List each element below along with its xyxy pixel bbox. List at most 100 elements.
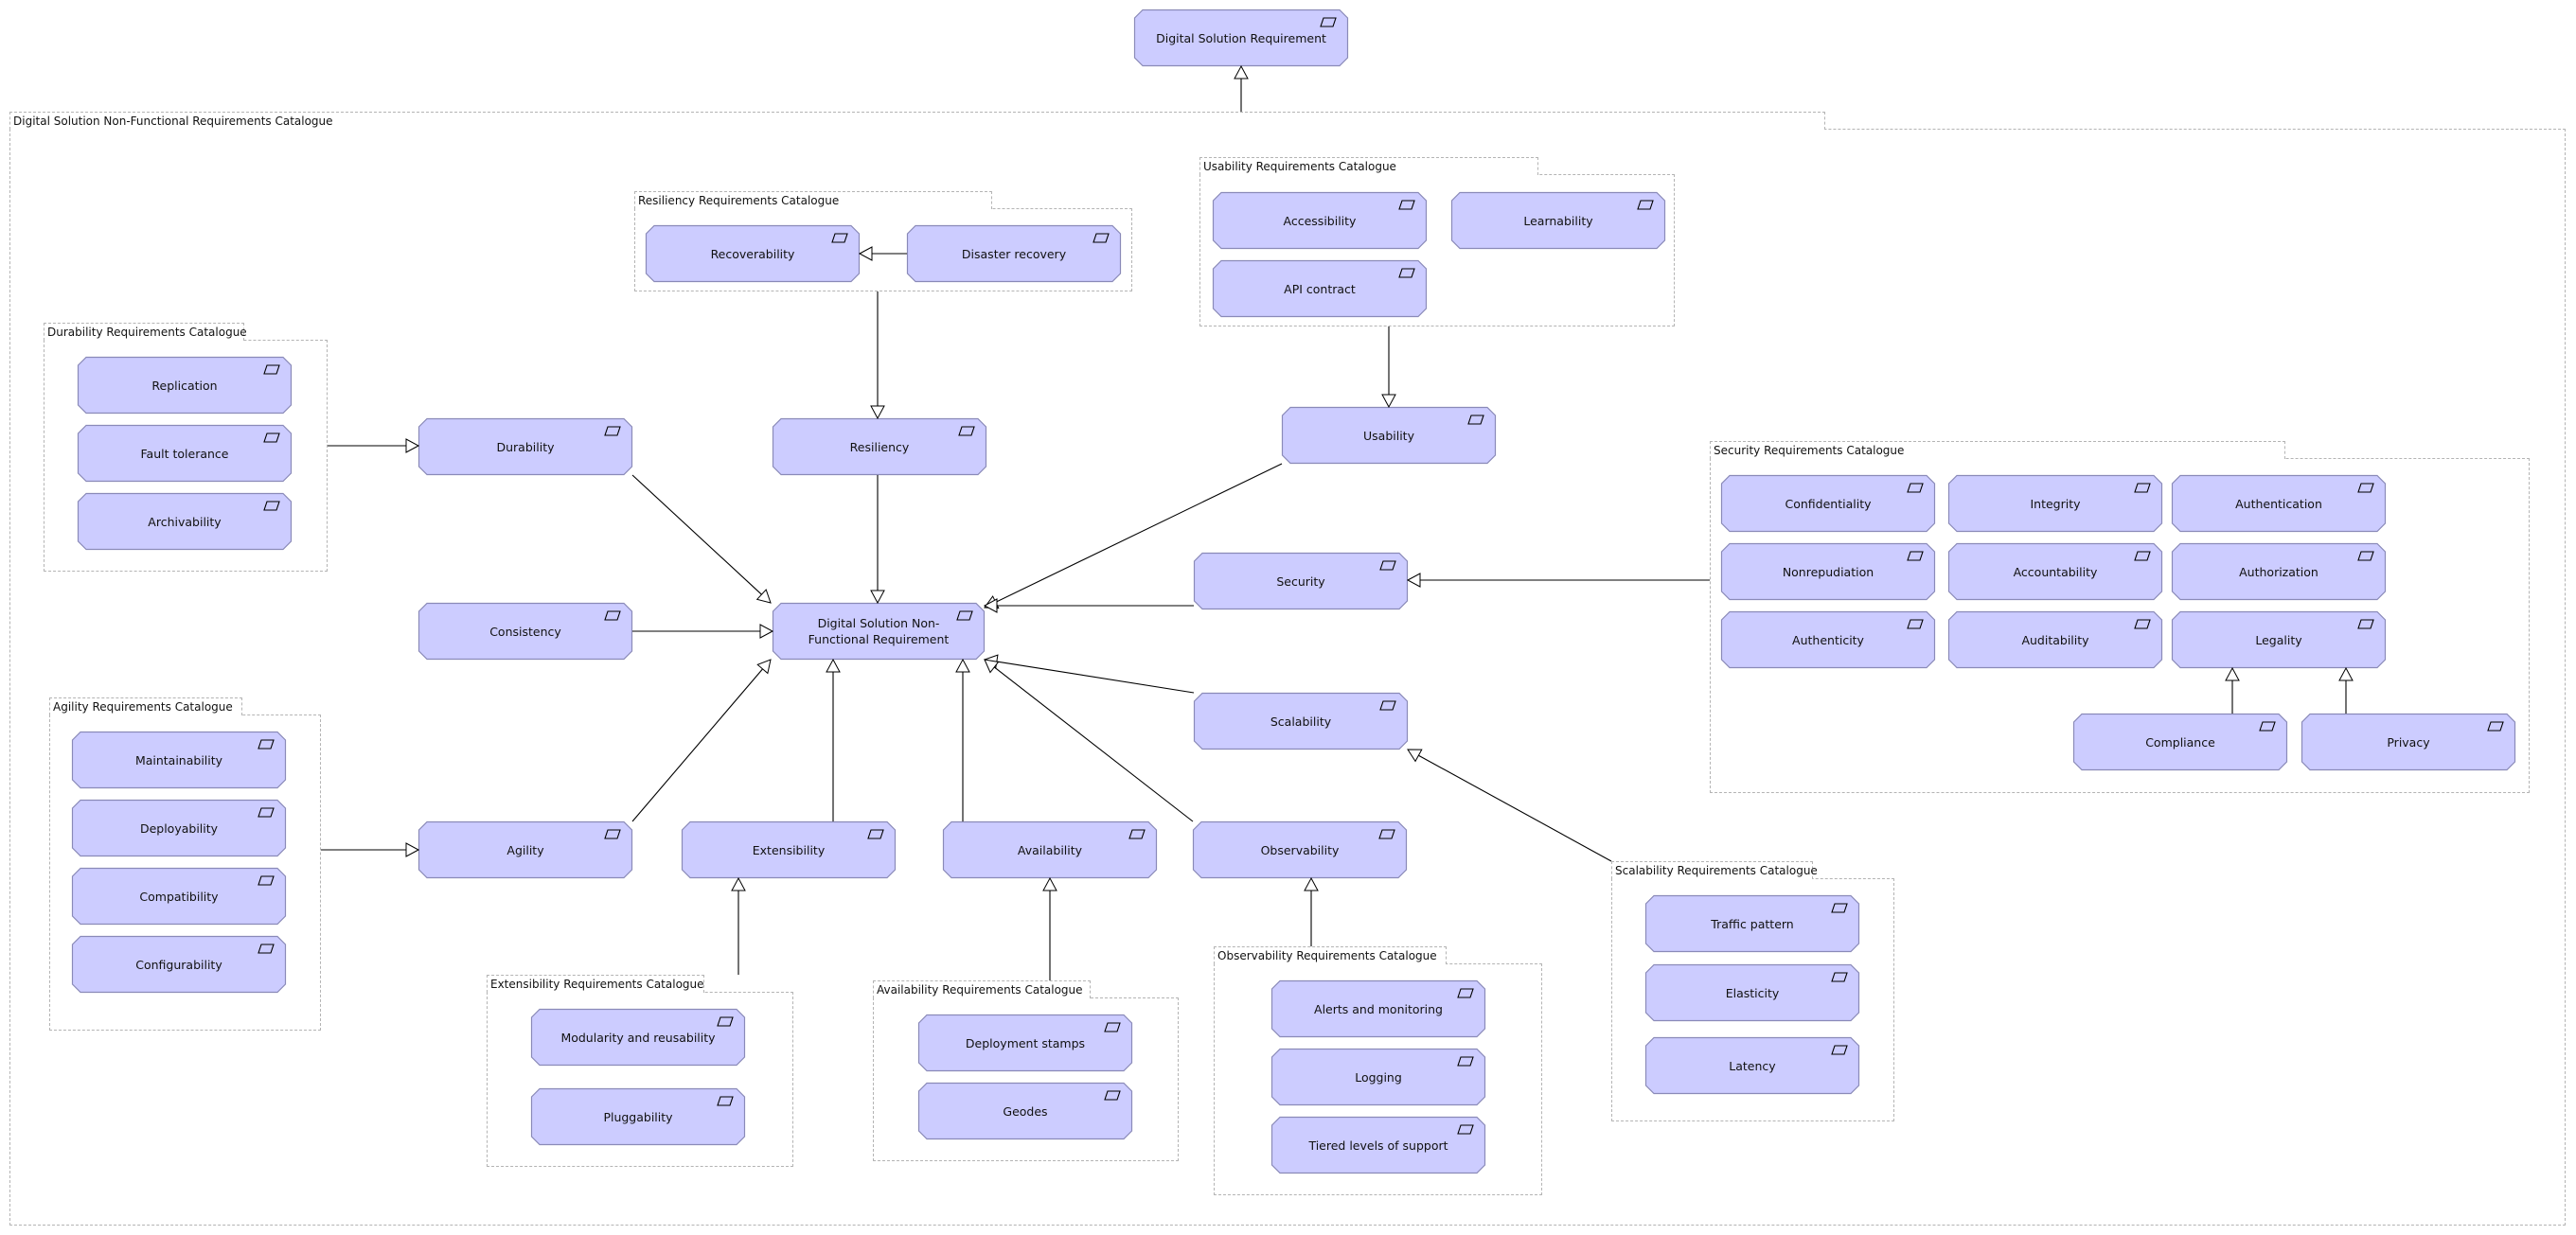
requirement-recoverability[interactable]: Recoverability: [645, 224, 861, 283]
requirement-pluggability[interactable]: Pluggability: [530, 1087, 746, 1146]
requirement-label: Maintainability: [134, 752, 223, 767]
requirement-nfr[interactable]: Digital Solution Non-Functional Requirem…: [772, 602, 986, 661]
hollow-triangle-arrowhead: [1234, 64, 1249, 79]
requirement-observability[interactable]: Observability: [1192, 820, 1408, 879]
requirement-label: Deployability: [139, 820, 219, 836]
requirement-label: Agility: [506, 842, 544, 857]
requirement-accessibility[interactable]: Accessibility: [1212, 191, 1428, 250]
group-title-usability[interactable]: Usability Requirements Catalogue: [1199, 157, 1538, 175]
requirement-label: Latency: [1729, 1058, 1776, 1073]
group-title-extensibility[interactable]: Extensibility Requirements Catalogue: [487, 975, 704, 993]
requirement-label: Digital Solution Requirement: [1156, 30, 1326, 45]
requirement-label: Pluggability: [603, 1109, 673, 1124]
requirement-label: API contract: [1284, 281, 1356, 296]
requirement-nonrepudiation[interactable]: Nonrepudiation: [1720, 542, 1936, 601]
requirement-authorization[interactable]: Authorization: [2171, 542, 2387, 601]
requirement-compatibility[interactable]: Compatibility: [71, 867, 287, 926]
requirement-label: Deployment stamps: [965, 1035, 1086, 1050]
requirement-label: Compliance: [2145, 734, 2215, 750]
requirement-legality[interactable]: Legality: [2171, 610, 2387, 669]
requirement-label: Resiliency: [849, 439, 910, 454]
requirement-auditability[interactable]: Auditability: [1947, 610, 2163, 669]
requirement-elasticity[interactable]: Elasticity: [1644, 963, 1860, 1022]
requirement-api-contract[interactable]: API contract: [1212, 259, 1428, 318]
requirement-disaster-recovery[interactable]: Disaster recovery: [906, 224, 1122, 283]
diagram-canvas: Digital Solution Non-Functional Requirem…: [0, 0, 2576, 1235]
requirement-agility[interactable]: Agility: [417, 820, 633, 879]
requirement-latency[interactable]: Latency: [1644, 1036, 1860, 1095]
requirement-privacy[interactable]: Privacy: [2301, 713, 2516, 771]
group-title-availability[interactable]: Availability Requirements Catalogue: [873, 980, 1091, 998]
requirement-maintainability[interactable]: Maintainability: [71, 731, 287, 789]
requirement-label: Replication: [151, 378, 218, 393]
requirement-extensibility[interactable]: Extensibility: [681, 820, 897, 879]
requirement-label: Alerts and monitoring: [1314, 1001, 1443, 1016]
requirement-consistency[interactable]: Consistency: [417, 602, 633, 661]
requirement-learnability[interactable]: Learnability: [1450, 191, 1666, 250]
requirement-dsr[interactable]: Digital Solution Requirement: [1133, 9, 1349, 67]
requirement-accountability[interactable]: Accountability: [1947, 542, 2163, 601]
requirement-label: Consistency: [489, 624, 561, 639]
requirement-scalability[interactable]: Scalability: [1193, 692, 1409, 750]
requirement-label: Confidentiality: [1785, 496, 1872, 511]
requirement-alerts[interactable]: Alerts and monitoring: [1270, 979, 1486, 1038]
requirement-fault-tolerance[interactable]: Fault tolerance: [77, 424, 293, 483]
group-title-root[interactable]: Digital Solution Non-Functional Requirem…: [9, 112, 1825, 130]
requirement-label: Compatibility: [139, 889, 219, 904]
requirement-replication[interactable]: Replication: [77, 356, 293, 415]
specialization-edge-group-root-to-dsr[interactable]: [1234, 64, 1249, 112]
requirement-label: Usability: [1363, 428, 1414, 443]
group-title-scalability[interactable]: Scalability Requirements Catalogue: [1611, 861, 1818, 879]
requirement-label: Disaster recovery: [961, 246, 1067, 261]
requirement-label: Archivability: [148, 514, 222, 529]
requirement-label: Accountability: [2013, 564, 2098, 579]
requirement-label: Geodes: [1003, 1103, 1048, 1119]
requirement-label: Traffic pattern: [1711, 916, 1794, 931]
requirement-label: Digital Solution Non-Functional Requirem…: [808, 616, 950, 646]
requirement-integrity[interactable]: Integrity: [1947, 474, 2163, 533]
requirement-label: Extensibility: [752, 842, 826, 857]
requirement-compliance[interactable]: Compliance: [2072, 713, 2288, 771]
requirement-label: Legality: [2255, 632, 2302, 647]
requirement-confidentiality[interactable]: Confidentiality: [1720, 474, 1936, 533]
requirement-authentication[interactable]: Authentication: [2171, 474, 2387, 533]
requirement-deployment-stamps[interactable]: Deployment stamps: [917, 1014, 1133, 1072]
requirement-label: Durability: [496, 439, 555, 454]
requirement-label: Nonrepudiation: [1782, 564, 1874, 579]
requirement-label: Availability: [1017, 842, 1083, 857]
group-title-resiliency[interactable]: Resiliency Requirements Catalogue: [634, 191, 992, 209]
group-title-agility[interactable]: Agility Requirements Catalogue: [49, 697, 242, 715]
group-title-durability[interactable]: Durability Requirements Catalogue: [44, 323, 247, 341]
requirement-label: Learnability: [1523, 213, 1593, 228]
requirement-label: Observability: [1260, 842, 1340, 857]
requirement-label: Fault tolerance: [140, 446, 229, 461]
requirement-traffic-pattern[interactable]: Traffic pattern: [1644, 894, 1860, 953]
requirement-label: Tiered levels of support: [1308, 1138, 1448, 1153]
requirement-label: Auditability: [2021, 632, 2089, 647]
requirement-authenticity[interactable]: Authenticity: [1720, 610, 1936, 669]
requirement-label: Elasticity: [1725, 985, 1780, 1000]
requirement-label: Privacy: [2387, 734, 2430, 750]
group-title-observability[interactable]: Observability Requirements Catalogue: [1214, 946, 1447, 964]
requirement-label: Logging: [1355, 1069, 1402, 1085]
requirement-configurability[interactable]: Configurability: [71, 935, 287, 994]
requirement-label: Configurability: [135, 957, 222, 972]
requirement-label: Authentication: [2235, 496, 2322, 511]
requirement-archivability[interactable]: Archivability: [77, 492, 293, 551]
requirement-security[interactable]: Security: [1193, 552, 1409, 610]
requirement-label: Authorization: [2239, 564, 2318, 579]
requirement-durability[interactable]: Durability: [417, 417, 633, 476]
group-title-security[interactable]: Security Requirements Catalogue: [1710, 441, 2285, 459]
requirement-label: Recoverability: [710, 246, 795, 261]
requirement-label: Authenticity: [1792, 632, 1864, 647]
requirement-tiered-support[interactable]: Tiered levels of support: [1270, 1116, 1486, 1174]
requirement-resiliency[interactable]: Resiliency: [772, 417, 987, 476]
requirement-deployability[interactable]: Deployability: [71, 799, 287, 857]
requirement-label: Scalability: [1270, 714, 1332, 729]
requirement-usability[interactable]: Usability: [1281, 406, 1497, 465]
requirement-availability[interactable]: Availability: [942, 820, 1158, 879]
requirement-geodes[interactable]: Geodes: [917, 1082, 1133, 1140]
requirement-logging[interactable]: Logging: [1270, 1048, 1486, 1106]
requirement-label: Integrity: [2030, 496, 2081, 511]
requirement-modularity[interactable]: Modularity and reusability: [530, 1008, 746, 1067]
